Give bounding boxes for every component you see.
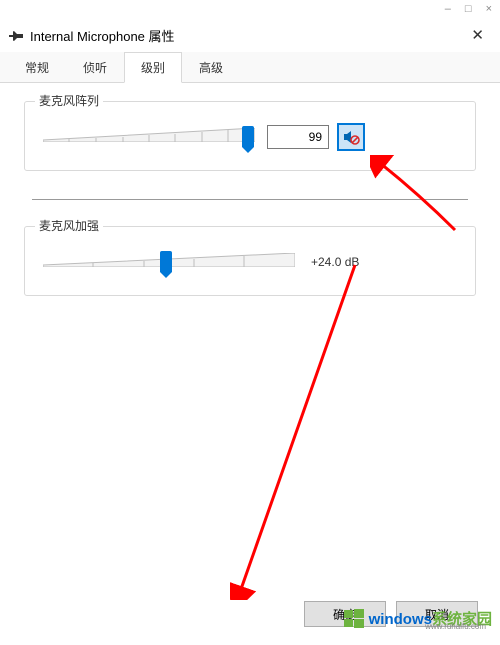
divider [32,199,468,200]
tab-listen[interactable]: 侦听 [66,52,124,83]
mic-array-slider-thumb[interactable] [242,126,254,147]
mic-array-group: 麦克风阵列 [24,101,476,171]
tab-panel-levels: 麦克风阵列 麦克风加强 [0,83,500,342]
tab-general[interactable]: 常规 [8,52,66,83]
mic-array-label: 麦克风阵列 [35,92,103,109]
mute-button[interactable] [337,123,365,151]
mic-array-slider[interactable] [39,122,259,152]
tab-levels[interactable]: 级别 [124,52,182,83]
watermark: windows系统家园 www.ruhaifu.com [343,607,492,629]
window-title: Internal Microphone 属性 [30,26,463,45]
tab-advanced[interactable]: 高级 [182,52,240,83]
mic-boost-value: +24.0 dB [307,255,359,269]
mic-boost-group: 麦克风加强 +24.0 dB [24,226,476,296]
title-bar: Internal Microphone 属性 ✕ [0,18,500,52]
mic-boost-slider-thumb[interactable] [160,251,172,272]
close-icon[interactable]: × [486,3,492,15]
mic-boost-slider[interactable] [39,247,299,277]
tab-strip: 常规 侦听 级别 高级 [0,52,500,83]
close-button[interactable]: ✕ [463,24,492,46]
minimize-icon[interactable]: – [445,3,451,15]
windows-logo-icon [343,607,365,629]
mic-array-value[interactable] [267,125,329,149]
microphone-icon [8,29,24,41]
browser-chrome: – □ × [0,0,500,18]
mic-boost-label: 麦克风加强 [35,217,103,234]
maximize-icon[interactable]: □ [465,3,472,15]
